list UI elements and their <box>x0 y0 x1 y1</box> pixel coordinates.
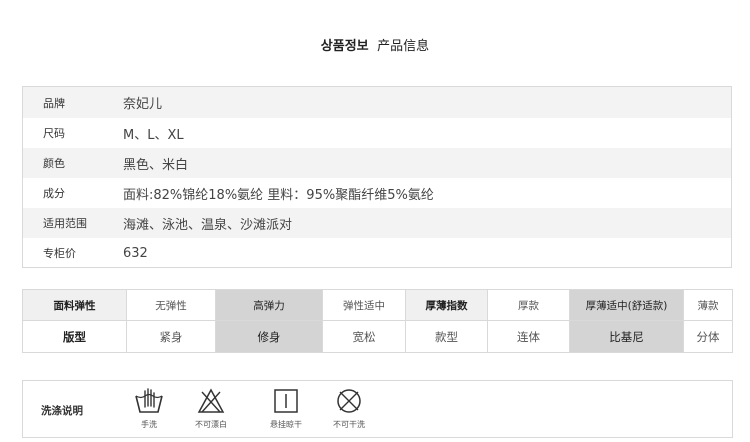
prop-cell: 紧身 <box>127 321 216 353</box>
prop-cell: 宽松 <box>323 321 406 353</box>
wash-item-hang-dry: 悬挂晾干 <box>256 387 316 430</box>
prop-cell-selected: 修身 <box>216 321 323 353</box>
wash-caption: 不可干洗 <box>333 420 365 429</box>
title-korean: 상품정보 <box>320 39 369 54</box>
properties-grid: 面料弹性 无弹性 高弹力 弹性适中 厚薄指数 厚款 厚薄适中(舒适款) 薄款 版… <box>22 289 733 353</box>
prop-cell-selected: 高弹力 <box>216 290 323 321</box>
prop-cell: 无弹性 <box>127 290 216 321</box>
info-key: 颜色 <box>43 157 65 170</box>
washing-label: 洗涤说明 <box>41 405 83 417</box>
hand-wash-icon <box>135 388 163 413</box>
info-value: M、L、XL <box>123 127 184 143</box>
info-row-size: 尺码 M、L、XL <box>23 118 731 148</box>
prop-cell: 分体 <box>684 321 733 353</box>
info-key: 专柜价 <box>43 247 76 260</box>
prop-cell: 厚款 <box>488 290 570 321</box>
info-row-brand: 品牌 奈妃儿 <box>23 87 731 118</box>
info-row-price: 专柜价 632 <box>23 238 731 268</box>
washing-instructions: 洗涤说明 手洗 不可漂白 悬挂晾干 不可干洗 <box>22 380 733 438</box>
wash-caption: 不可漂白 <box>195 420 227 429</box>
info-key: 成分 <box>43 187 65 200</box>
info-row-usage: 适用范围 海滩、泳池、温泉、沙滩派对 <box>23 208 731 238</box>
no-dry-clean-icon <box>337 389 361 413</box>
section-title: 상품정보 产品信息 <box>0 35 750 54</box>
wash-item-bleach: 不可漂白 <box>181 387 241 430</box>
no-bleach-icon <box>197 388 225 413</box>
info-key: 适用范围 <box>43 217 87 230</box>
prop-cell: 面料弹性 <box>23 290 127 321</box>
properties-row-fit: 版型 紧身 修身 宽松 款型 连体 比基尼 分体 <box>23 321 733 353</box>
properties-row-elasticity: 面料弹性 无弹性 高弹力 弹性适中 厚薄指数 厚款 厚薄适中(舒适款) 薄款 <box>23 290 733 321</box>
prop-cell: 厚薄指数 <box>406 290 488 321</box>
info-row-color: 颜色 黑色、米白 <box>23 148 731 178</box>
info-value: 奈妃儿 <box>123 97 163 112</box>
prop-cell: 连体 <box>488 321 570 353</box>
prop-cell: 版型 <box>23 321 127 353</box>
prop-cell: 弹性适中 <box>323 290 406 321</box>
product-info-table: 品牌 奈妃儿 尺码 M、L、XL 颜色 黑色、米白 成分 面料:82%锦纶18%… <box>22 86 732 268</box>
info-key: 尺码 <box>43 127 65 140</box>
info-value: 632 <box>123 245 148 261</box>
prop-cell: 薄款 <box>684 290 733 321</box>
prop-cell-selected: 比基尼 <box>570 321 684 353</box>
wash-caption: 手洗 <box>141 420 157 429</box>
info-value: 黑色、米白 <box>123 157 189 173</box>
info-value: 面料:82%锦纶18%氨纶 里料：95%聚酯纤维5%氨纶 <box>123 187 434 203</box>
hang-dry-icon <box>274 389 298 413</box>
info-value: 海滩、泳池、温泉、沙滩派对 <box>123 217 293 233</box>
info-row-composition: 成分 面料:82%锦纶18%氨纶 里料：95%聚酯纤维5%氨纶 <box>23 178 731 208</box>
prop-cell-selected: 厚薄适中(舒适款) <box>570 290 684 321</box>
prop-cell: 款型 <box>406 321 488 353</box>
title-chinese: 产品信息 <box>377 39 430 54</box>
wash-item-hand: 手洗 <box>119 387 179 430</box>
wash-caption: 悬挂晾干 <box>270 420 302 429</box>
wash-item-dry-clean: 不可干洗 <box>319 387 379 430</box>
info-key: 品牌 <box>43 96 65 110</box>
